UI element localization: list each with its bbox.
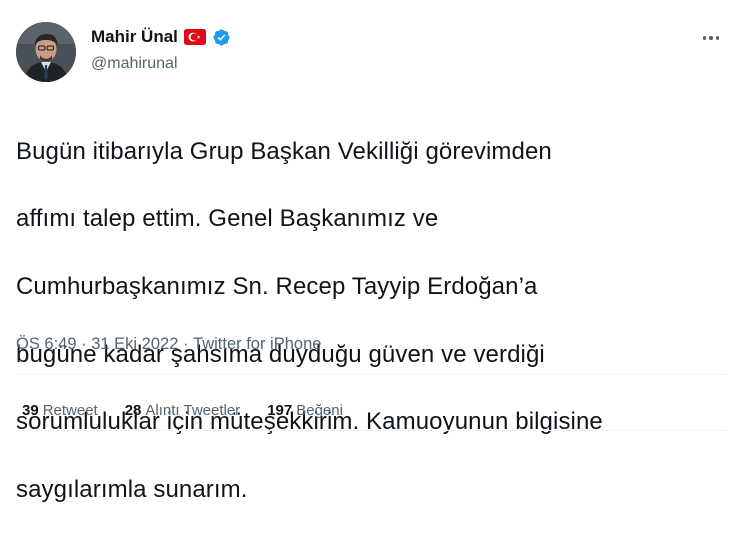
more-options-button[interactable] [700, 28, 722, 48]
meta-separator: · [178, 335, 194, 353]
engagement-stats: 39 Retweet 28 Alıntı Tweetler 197 Beğeni [22, 402, 343, 419]
tweet-text: Bugün itibarıyla Grup Başkan Vekilliği g… [16, 101, 731, 540]
more-dot-icon [709, 36, 713, 40]
author-handle[interactable]: @mahirunal [91, 55, 178, 73]
likes-count: 197 [267, 402, 293, 419]
divider [16, 430, 726, 431]
more-dot-icon [715, 36, 720, 40]
tweet-text-line: Cumhurbaşkanımız Sn. Recep Tayyip Erdoğa… [16, 272, 538, 300]
tweet-metadata: ÖS 6:49 · 31 Eki 2022 · Twitter for iPho… [16, 335, 321, 354]
avatar-image [16, 22, 76, 82]
tweet-date[interactable]: 31 Eki 2022 [91, 335, 178, 354]
meta-separator: · [76, 335, 92, 353]
quote-tweets-count: 28 [124, 402, 142, 419]
avatar[interactable] [16, 22, 76, 82]
quote-tweets-stat[interactable]: 28 Alıntı Tweetler [125, 402, 240, 419]
divider [16, 374, 726, 375]
retweets-count: 39 [22, 402, 39, 419]
retweets-label: Retweet [42, 402, 98, 419]
display-name[interactable]: Mahir Ünal [91, 27, 178, 47]
tweet-text-line: affımı talep ettim. Genel Başkanımız ve [16, 205, 439, 233]
tweet-source[interactable]: Twitter for iPhone [193, 335, 321, 354]
retweets-stat[interactable]: 39 Retweet [22, 402, 98, 419]
tweet-time[interactable]: ÖS 6:49 [16, 335, 77, 354]
verified-badge-icon [213, 28, 230, 46]
likes-stat[interactable]: 197 Beğeni [267, 402, 343, 419]
tweet-text-line: Bugün itibarıyla Grup Başkan Vekilliği g… [16, 137, 552, 165]
quote-tweets-label: Alıntı Tweetler [145, 402, 241, 419]
likes-label: Beğeni [296, 402, 343, 419]
tweet-text-line: saygılarımla sunarım. [16, 475, 248, 503]
author-name-row[interactable]: Mahir Ünal [91, 27, 231, 47]
turkey-flag-icon [183, 29, 206, 45]
more-dot-icon [702, 36, 707, 40]
